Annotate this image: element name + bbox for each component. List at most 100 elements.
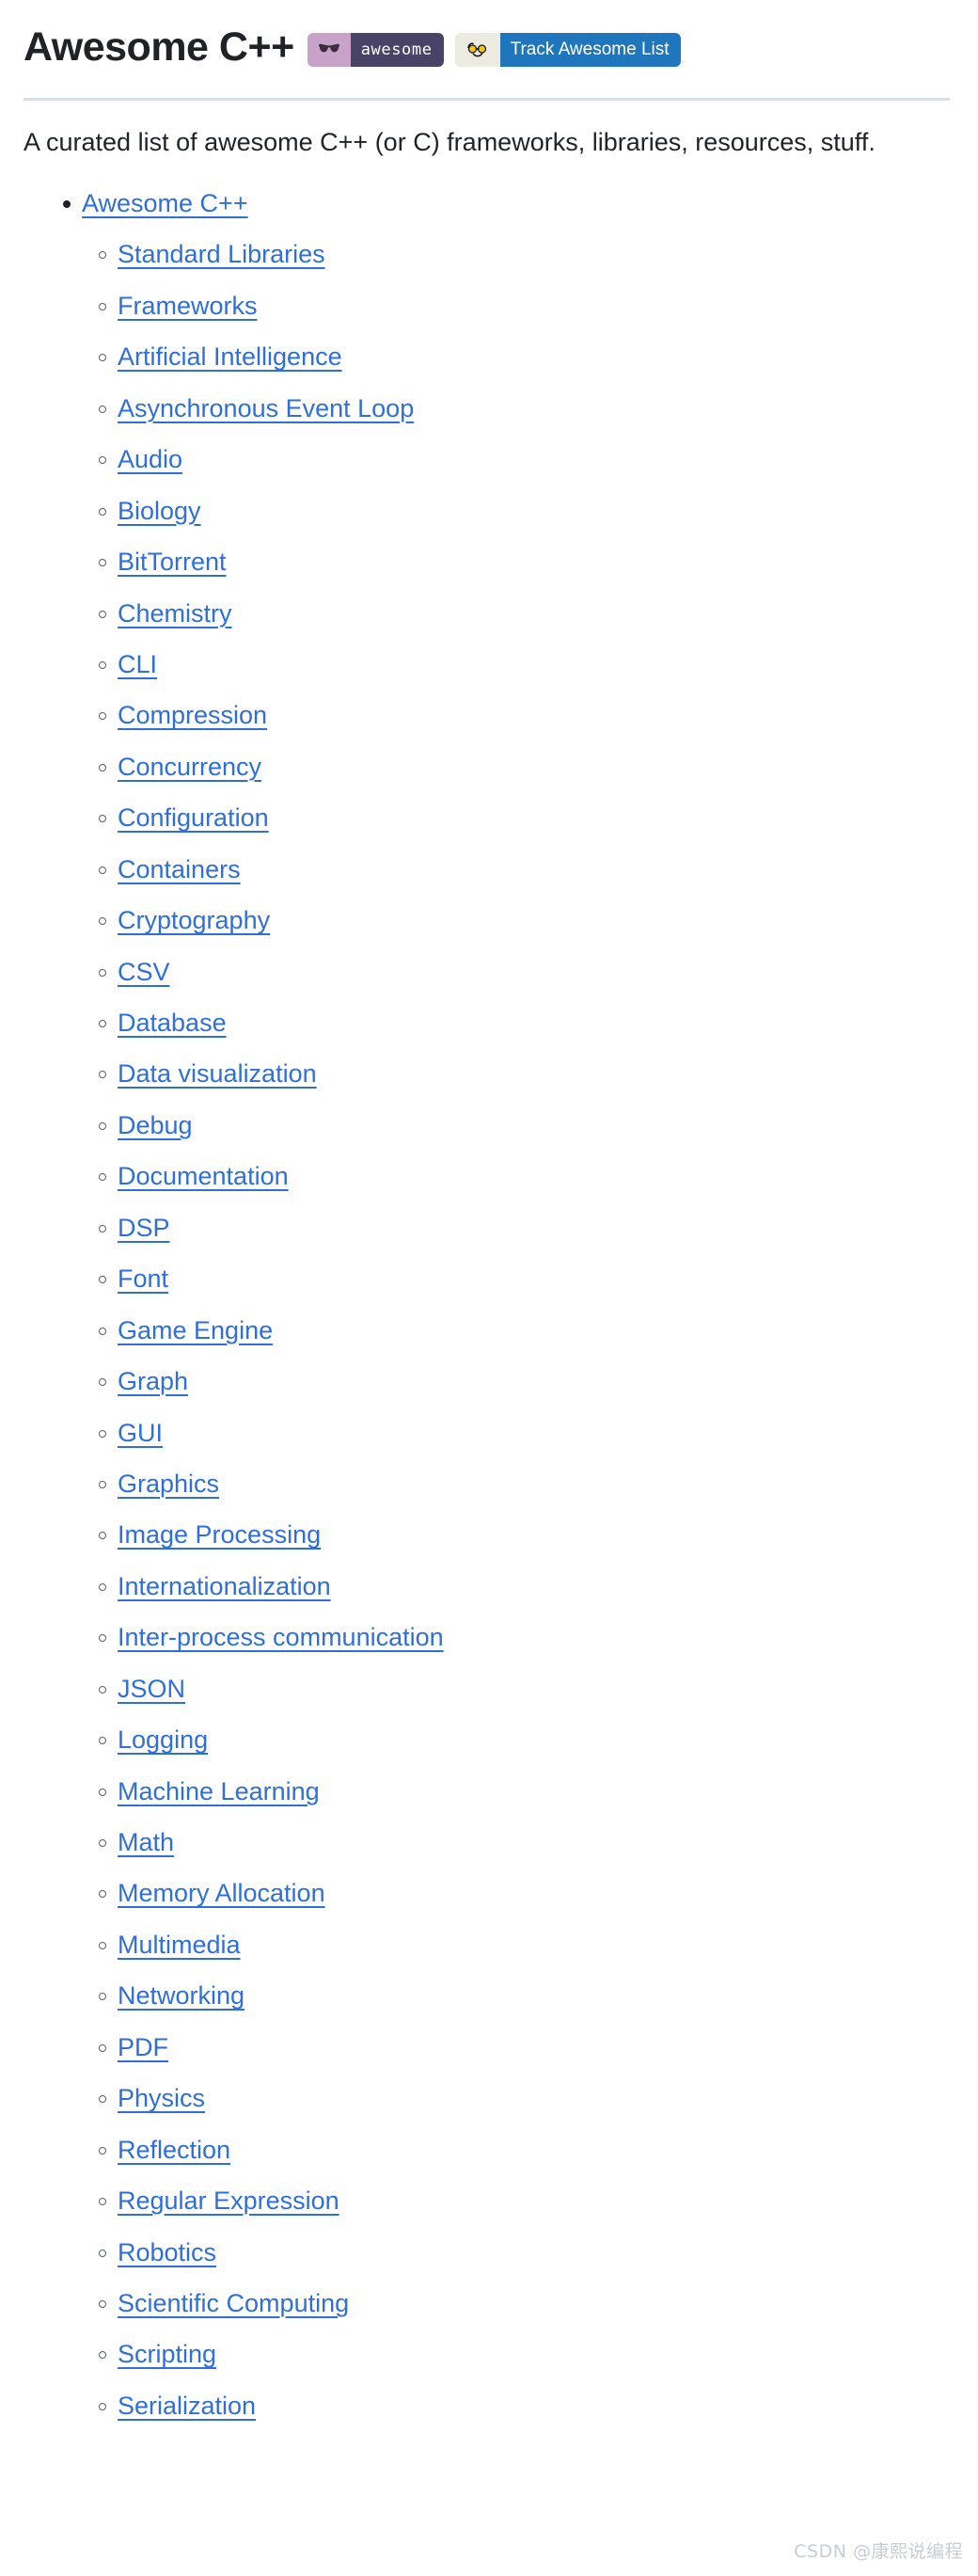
bullet-circle-icon xyxy=(99,763,106,771)
toc-link-data-visualization[interactable]: Data visualization xyxy=(118,1059,317,1088)
toc-link-audio[interactable]: Audio xyxy=(118,445,182,473)
toc-item: Inter-process communication xyxy=(82,1620,978,1654)
bullet-disc-icon xyxy=(63,200,71,209)
toc-link-internationalization[interactable]: Internationalization xyxy=(118,1572,331,1600)
csdn-watermark: CSDN @康熙说编程 xyxy=(794,2541,963,2562)
bullet-circle-icon xyxy=(99,302,106,310)
toc-link-inter-process-communication[interactable]: Inter-process communication xyxy=(118,1623,444,1651)
bullet-circle-icon xyxy=(99,1634,106,1643)
bullet-circle-icon xyxy=(99,354,106,362)
toc-link-csv[interactable]: CSV xyxy=(118,958,170,986)
bullet-circle-icon xyxy=(99,507,106,516)
toc-link-machine-learning[interactable]: Machine Learning xyxy=(118,1777,320,1805)
toc-item: Scripting xyxy=(82,2337,978,2371)
toc-link-math[interactable]: Math xyxy=(118,1828,174,1856)
toc-item: Game Engine xyxy=(82,1313,978,1347)
toc-link-root[interactable]: Awesome C++ xyxy=(82,189,248,217)
sunglasses-icon xyxy=(307,33,351,67)
toc-link-memory-allocation[interactable]: Memory Allocation xyxy=(118,1879,325,1907)
toc-item: Database xyxy=(82,1006,978,1040)
toc-item: Machine Learning xyxy=(82,1774,978,1808)
page-header: Awesome C++ awesome Track Awesome List xyxy=(24,21,978,73)
toc-item: Font xyxy=(82,1262,978,1296)
toc-link-concurrency[interactable]: Concurrency xyxy=(118,753,261,781)
toc-link-robotics[interactable]: Robotics xyxy=(118,2238,216,2266)
toc-item: Containers xyxy=(82,852,978,886)
toc-item: Cryptography xyxy=(82,903,978,937)
toc-link-scripting[interactable]: Scripting xyxy=(118,2340,216,2368)
bullet-circle-icon xyxy=(99,917,106,926)
bullet-circle-icon xyxy=(99,1532,106,1540)
toc-link-bittorrent[interactable]: BitTorrent xyxy=(118,548,227,576)
toc-link-asynchronous-event-loop[interactable]: Asynchronous Event Loop xyxy=(118,394,414,422)
toc-link-cli[interactable]: CLI xyxy=(118,650,157,678)
track-awesome-list-badge-label: Track Awesome List xyxy=(499,33,681,67)
toc-item: Graph xyxy=(82,1364,978,1398)
toc-link-configuration[interactable]: Configuration xyxy=(118,803,269,832)
toc-link-documentation[interactable]: Documentation xyxy=(118,1162,289,1190)
toc-link-compression[interactable]: Compression xyxy=(118,701,267,729)
bullet-circle-icon xyxy=(99,405,106,413)
track-awesome-list-badge[interactable]: Track Awesome List xyxy=(454,33,681,67)
toc-link-game-engine[interactable]: Game Engine xyxy=(118,1316,273,1344)
toc-link-chemistry[interactable]: Chemistry xyxy=(118,599,232,628)
toc-link-database[interactable]: Database xyxy=(118,1009,227,1037)
toc-item: Robotics xyxy=(82,2235,978,2269)
toc-link-serialization[interactable]: Serialization xyxy=(118,2392,256,2420)
toc-link-gui[interactable]: GUI xyxy=(118,1419,163,1447)
toc-item: Scientific Computing xyxy=(82,2286,978,2320)
toc-item: Physics xyxy=(82,2081,978,2115)
toc-item: Frameworks xyxy=(82,289,978,323)
toc-link-biology[interactable]: Biology xyxy=(118,497,201,525)
toc-item: GUI xyxy=(82,1416,978,1450)
badge-group: awesome Track Awesome List xyxy=(307,33,681,67)
bullet-circle-icon xyxy=(99,1737,106,1745)
toc-item: Artificial Intelligence xyxy=(82,340,978,374)
toc-link-physics[interactable]: Physics xyxy=(118,2084,205,2112)
bullet-circle-icon xyxy=(99,1839,106,1848)
toc-item: Memory Allocation xyxy=(82,1876,978,1910)
readme-page: Awesome C++ awesome Track Awesome List A… xyxy=(0,0,978,2423)
toc-link-json[interactable]: JSON xyxy=(118,1675,185,1703)
toc-link-standard-libraries[interactable]: Standard Libraries xyxy=(118,240,325,268)
toc-link-cryptography[interactable]: Cryptography xyxy=(118,906,270,934)
toc-link-scientific-computing[interactable]: Scientific Computing xyxy=(118,2289,349,2317)
toc-item: Graphics xyxy=(82,1467,978,1501)
toc-item: Logging xyxy=(82,1723,978,1757)
toc-link-frameworks[interactable]: Frameworks xyxy=(118,292,258,320)
toc-link-multimedia[interactable]: Multimedia xyxy=(118,1931,241,1959)
toc-link-graphics[interactable]: Graphics xyxy=(118,1470,219,1498)
toc-item: Math xyxy=(82,1825,978,1859)
toc-link-networking[interactable]: Networking xyxy=(118,1981,244,2010)
bullet-circle-icon xyxy=(99,1685,106,1693)
toc-item: Serialization xyxy=(82,2389,978,2423)
toc-link-reflection[interactable]: Reflection xyxy=(118,2136,230,2164)
toc-link-logging[interactable]: Logging xyxy=(118,1725,208,1754)
awesome-badge-label: awesome xyxy=(350,33,444,67)
toc-link-containers[interactable]: Containers xyxy=(118,855,241,883)
bullet-circle-icon xyxy=(99,815,106,823)
awesome-badge[interactable]: awesome xyxy=(307,33,444,67)
bullet-circle-icon xyxy=(99,251,106,260)
bullet-circle-icon xyxy=(99,1071,106,1079)
toc-item: CLI xyxy=(82,647,978,681)
toc-link-pdf[interactable]: PDF xyxy=(118,2033,168,2061)
toc-link-debug[interactable]: Debug xyxy=(118,1111,193,1139)
toc-link-dsp[interactable]: DSP xyxy=(118,1214,170,1242)
bullet-circle-icon xyxy=(99,1121,106,1130)
bullet-circle-icon xyxy=(99,1429,106,1438)
toc-item: Concurrency xyxy=(82,750,978,784)
bullet-circle-icon xyxy=(99,1020,106,1028)
bullet-circle-icon xyxy=(99,1480,106,1488)
toc-item: JSON xyxy=(82,1672,978,1706)
toc-item: Networking xyxy=(82,1979,978,2012)
toc-link-image-processing[interactable]: Image Processing xyxy=(118,1520,321,1549)
toc-link-artificial-intelligence[interactable]: Artificial Intelligence xyxy=(118,342,342,371)
toc-item: Reflection xyxy=(82,2133,978,2167)
bullet-circle-icon xyxy=(99,1378,106,1387)
toc-item: Configuration xyxy=(82,801,978,835)
toc-link-font[interactable]: Font xyxy=(118,1264,168,1293)
toc-link-graph[interactable]: Graph xyxy=(118,1367,188,1395)
toc-link-regular-expression[interactable]: Regular Expression xyxy=(118,2186,339,2215)
page-title: Awesome C++ xyxy=(24,24,294,70)
